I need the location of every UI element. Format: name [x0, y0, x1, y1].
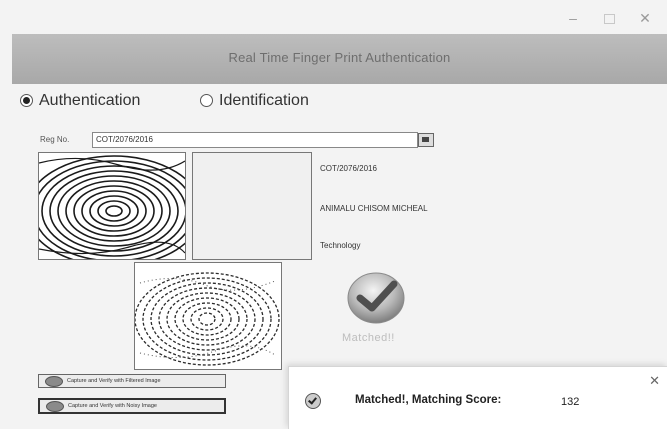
- reg-no-label: Reg No.: [40, 135, 70, 144]
- dialog-close-icon[interactable]: ✕: [649, 373, 660, 389]
- authentication-radio[interactable]: Authentication: [20, 92, 140, 110]
- matching-score: 132: [561, 396, 580, 408]
- reg-no-input[interactable]: [92, 132, 418, 148]
- fingerprint-scanner-icon: [46, 401, 64, 412]
- search-button[interactable]: [418, 133, 434, 147]
- match-status-label: Matched!!: [342, 332, 395, 344]
- fingerprint-scanner-icon: [45, 376, 63, 387]
- student-department: Technology: [320, 241, 361, 250]
- info-check-icon: [305, 393, 321, 409]
- result-dialog: ✕ Matched!, Matching Score: 132: [288, 366, 667, 429]
- authentication-label: Authentication: [39, 92, 141, 109]
- close-button[interactable]: ✕: [633, 8, 657, 28]
- fingerprint-image-placeholder: [192, 152, 312, 260]
- identification-label: Identification: [219, 92, 309, 109]
- capture-noisy-label: Capture and Verify with Noisy Image: [68, 403, 157, 409]
- fingerprint-image-filtered: [38, 152, 186, 260]
- radio-unselected-icon: [200, 94, 213, 108]
- fingerprint-noisy-graphic: [135, 263, 281, 369]
- checkmark-icon: [344, 270, 408, 326]
- minimize-button[interactable]: –: [561, 8, 585, 28]
- window-title: Real Time Finger Print Authentication: [228, 50, 451, 65]
- radio-selected-icon: [20, 94, 33, 108]
- student-name: ANIMALU CHISOM MICHEAL: [320, 204, 428, 213]
- fingerprint-image-noisy: [134, 262, 282, 370]
- window-controls: – ✕: [547, 8, 667, 30]
- title-bar: Real Time Finger Print Authentication: [12, 34, 667, 84]
- identification-radio[interactable]: Identification: [200, 92, 309, 110]
- dialog-message: Matched!, Matching Score:: [355, 394, 502, 406]
- checkmark-graphic: [347, 272, 405, 324]
- fingerprint-filtered-graphic: [39, 153, 185, 259]
- student-reg-no: COT/2076/2016: [320, 164, 377, 173]
- maximize-button[interactable]: [597, 8, 621, 28]
- capture-noisy-button[interactable]: Capture and Verify with Noisy Image: [38, 398, 226, 414]
- capture-filtered-button[interactable]: Capture and Verify with Filtered Image: [38, 374, 226, 388]
- capture-filtered-label: Capture and Verify with Filtered Image: [67, 378, 161, 384]
